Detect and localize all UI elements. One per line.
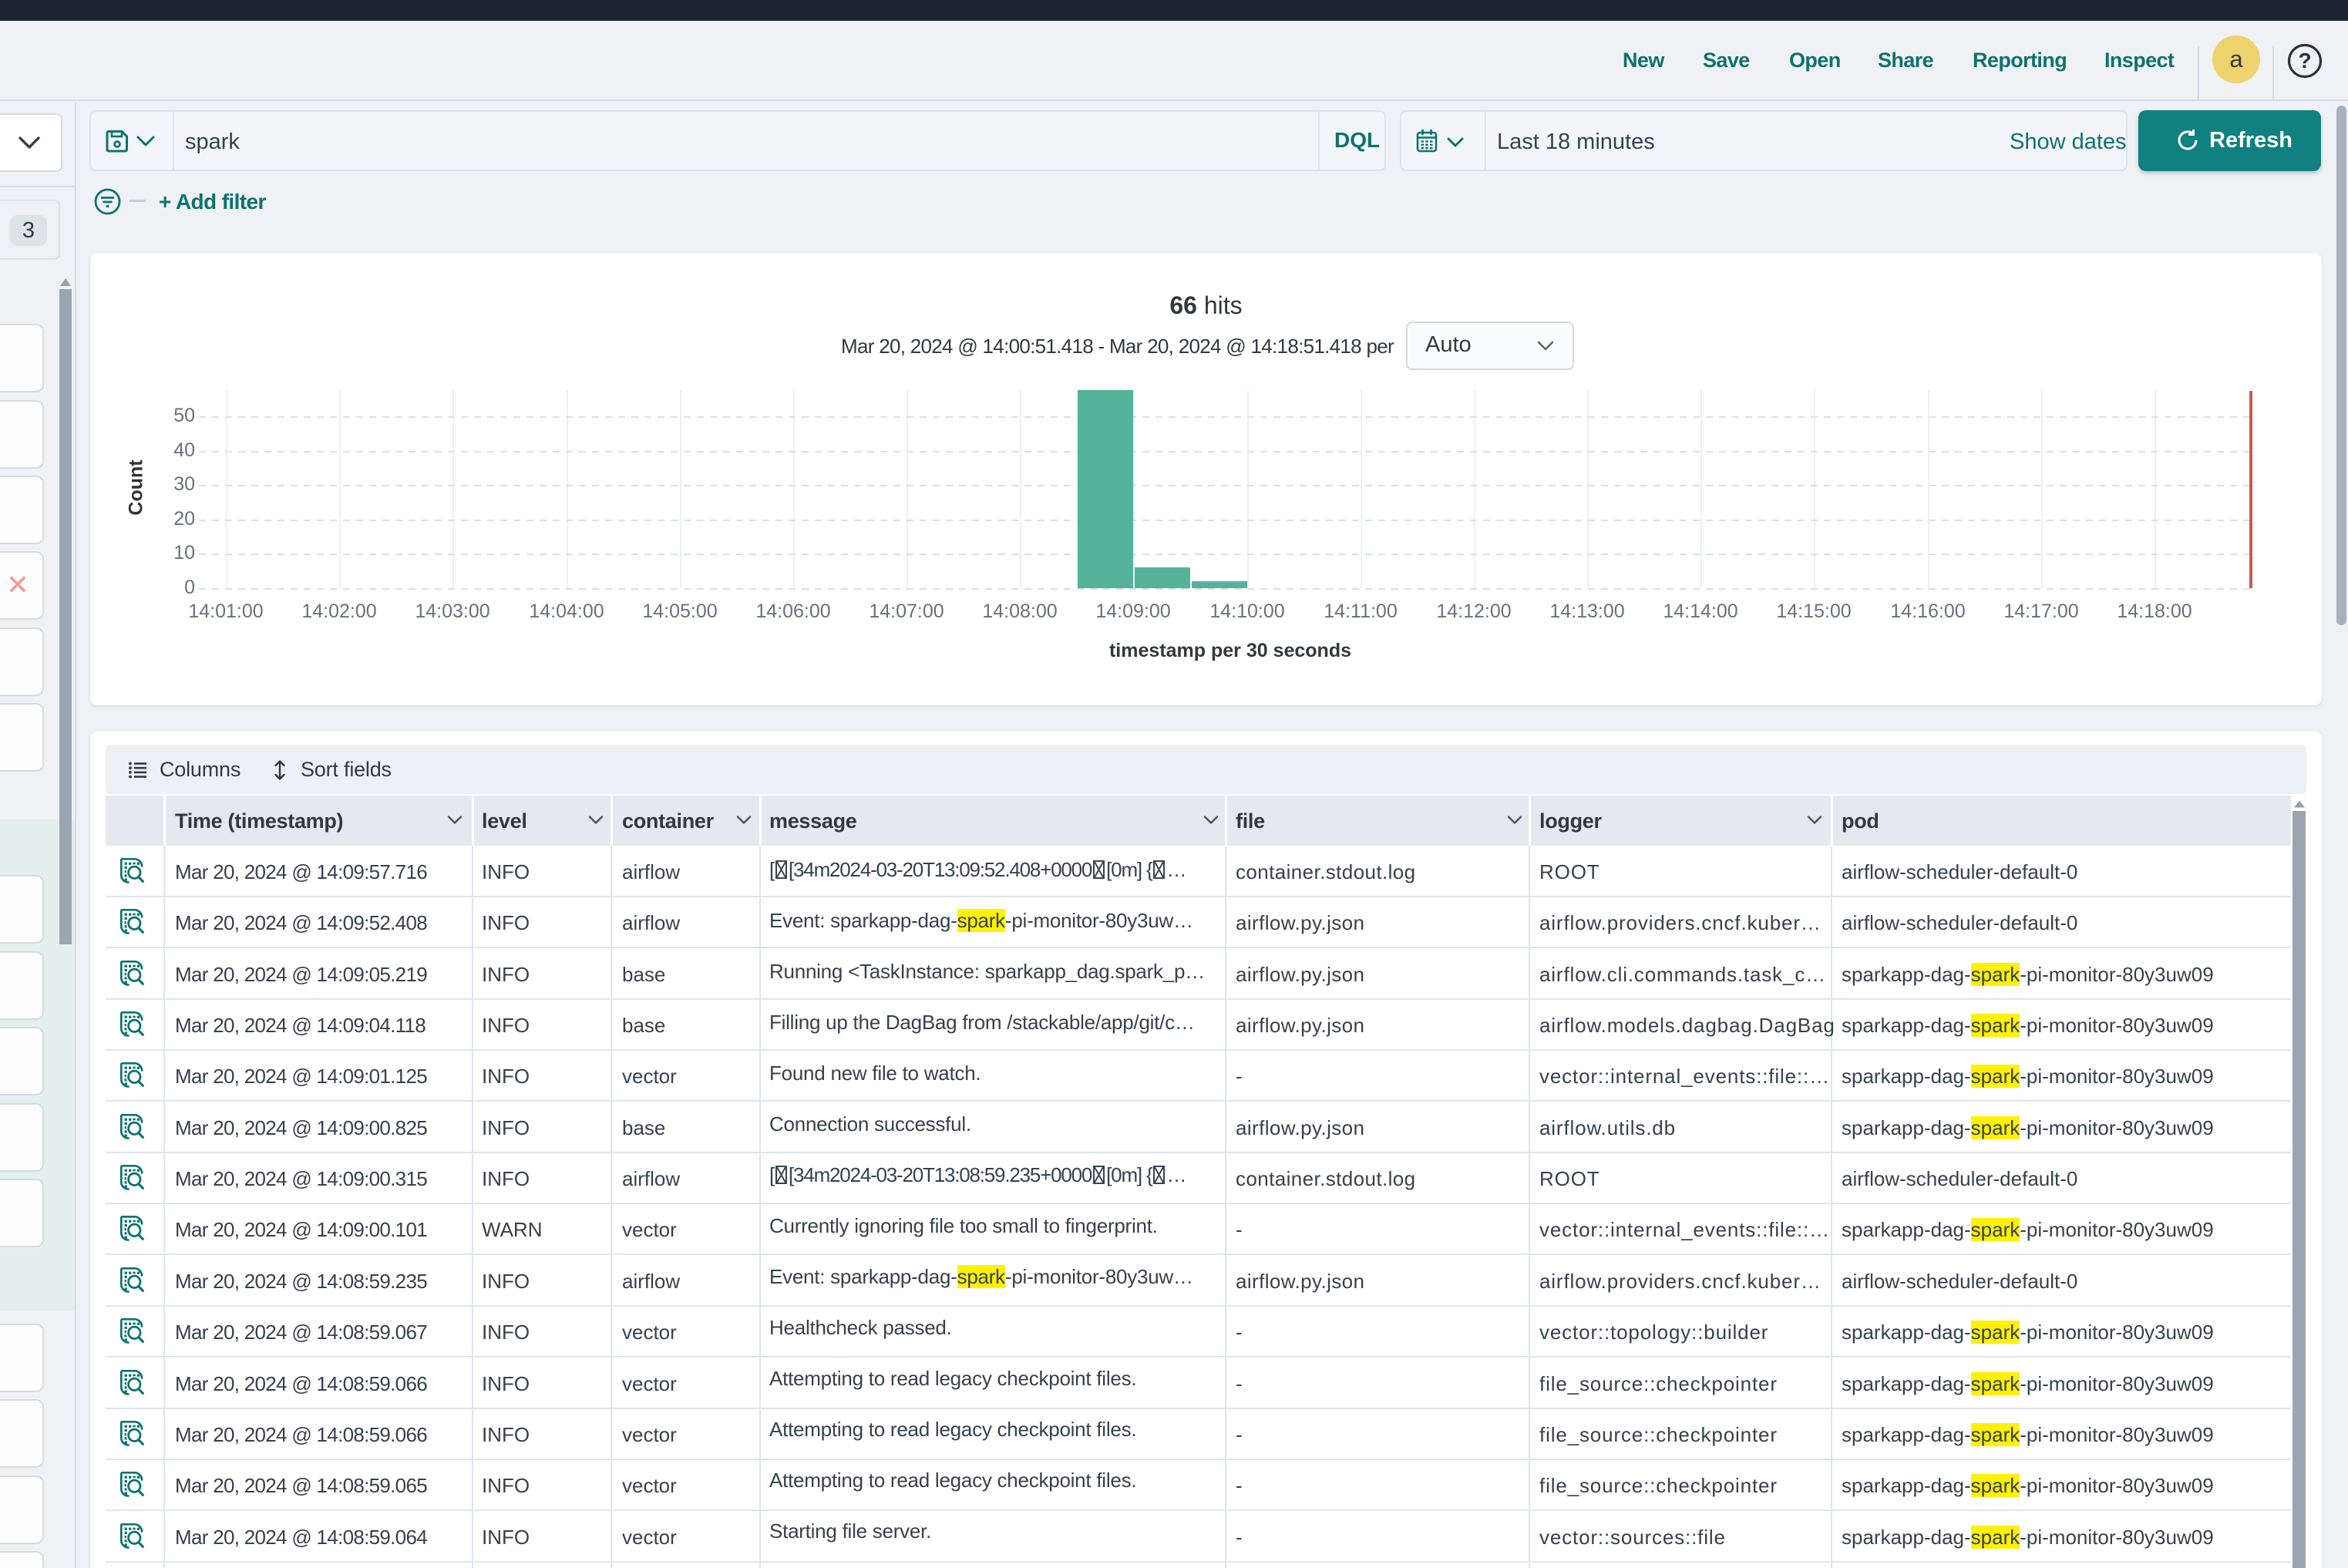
svg-text:?: ? bbox=[2298, 49, 2311, 72]
